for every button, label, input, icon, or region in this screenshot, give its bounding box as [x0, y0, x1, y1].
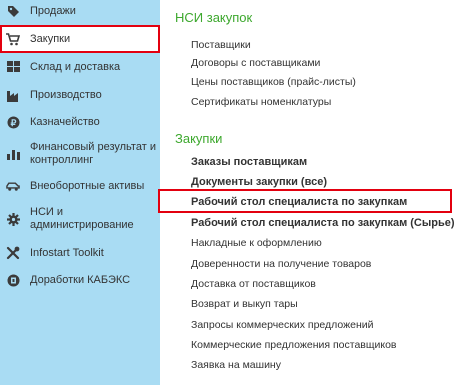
sidebar-item-infostart-toolkit[interactable]: Infostart Toolkit — [0, 245, 160, 261]
sidebar: Продажи Закупки Склад и доставка Произво… — [0, 0, 160, 385]
cart-icon — [6, 32, 20, 46]
svg-text:₽: ₽ — [10, 118, 16, 128]
car-icon — [6, 179, 20, 193]
link-item-certificates[interactable]: Сертификаты номенклатуры — [191, 96, 331, 109]
sidebar-item-nsi-admin[interactable]: НСИ и администрирование — [0, 204, 160, 234]
sidebar-item-label: НСИ и администрирование — [30, 206, 134, 231]
link-supplier-proposals[interactable]: Коммерческие предложения поставщиков — [191, 339, 397, 352]
link-purchase-documents[interactable]: Документы закупки (все) — [191, 176, 327, 189]
sidebar-item-treasury[interactable]: ₽ Казначейство — [0, 114, 160, 130]
sidebar-item-production[interactable]: Производство — [0, 87, 160, 103]
sidebar-item-financial-result[interactable]: Финансовый результат и контроллинг — [0, 139, 160, 169]
tools-icon — [6, 246, 20, 260]
sidebar-item-fixed-assets[interactable]: Внеоборотные активы — [0, 178, 160, 194]
link-supplier-prices[interactable]: Цены поставщиков (прайс-листы) — [191, 76, 356, 89]
sidebar-item-purchases[interactable]: Закупки — [0, 25, 160, 53]
link-rfq[interactable]: Запросы коммерческих предложений — [191, 319, 374, 332]
sidebar-item-label: Финансовый результат и контроллинг — [30, 141, 156, 166]
sidebar-item-warehouse[interactable]: Склад и доставка — [0, 59, 160, 75]
highlight-frame — [158, 189, 452, 213]
treasury-icon: ₽ — [6, 115, 20, 129]
bar-chart-icon — [6, 147, 20, 161]
link-invoices-to-process[interactable]: Накладные к оформлению — [191, 237, 322, 250]
factory-icon — [6, 88, 20, 102]
link-powers-of-attorney[interactable]: Доверенности на получение товаров — [191, 258, 371, 271]
sidebar-item-label: Продажи — [30, 4, 76, 17]
sidebar-item-kabeks[interactable]: Доработки КАБЭКС — [0, 272, 160, 288]
sidebar-item-label: Казначейство — [30, 115, 100, 128]
gear-icon — [6, 212, 20, 226]
sales-icon — [6, 4, 20, 18]
section-title-purchases: Закупки — [175, 131, 223, 146]
link-suppliers[interactable]: Поставщики — [191, 39, 251, 52]
link-supplier-contracts[interactable]: Договоры с поставщиками — [191, 57, 320, 70]
warehouse-icon — [6, 60, 20, 74]
puzzle-icon — [6, 273, 20, 287]
section-title-nsi: НСИ закупок — [175, 10, 253, 25]
sidebar-item-label: Закупки — [30, 32, 71, 45]
sidebar-item-sales[interactable]: Продажи — [0, 3, 160, 19]
link-container-return[interactable]: Возврат и выкуп тары — [191, 298, 298, 311]
sidebar-item-label: Производство — [30, 88, 102, 101]
link-purchasing-specialist-desk-raw[interactable]: Рабочий стол специалиста по закупкам (Сы… — [191, 217, 455, 230]
link-supplier-orders[interactable]: Заказы поставщикам — [191, 156, 307, 169]
sidebar-item-label: Infostart Toolkit — [30, 246, 104, 259]
link-supplier-delivery[interactable]: Доставка от поставщиков — [191, 278, 316, 291]
sidebar-item-label: Доработки КАБЭКС — [30, 273, 131, 286]
sidebar-item-label: Внеоборотные активы — [30, 179, 145, 192]
link-vehicle-request[interactable]: Заявка на машину — [191, 359, 281, 372]
sidebar-item-label: Склад и доставка — [30, 60, 121, 73]
